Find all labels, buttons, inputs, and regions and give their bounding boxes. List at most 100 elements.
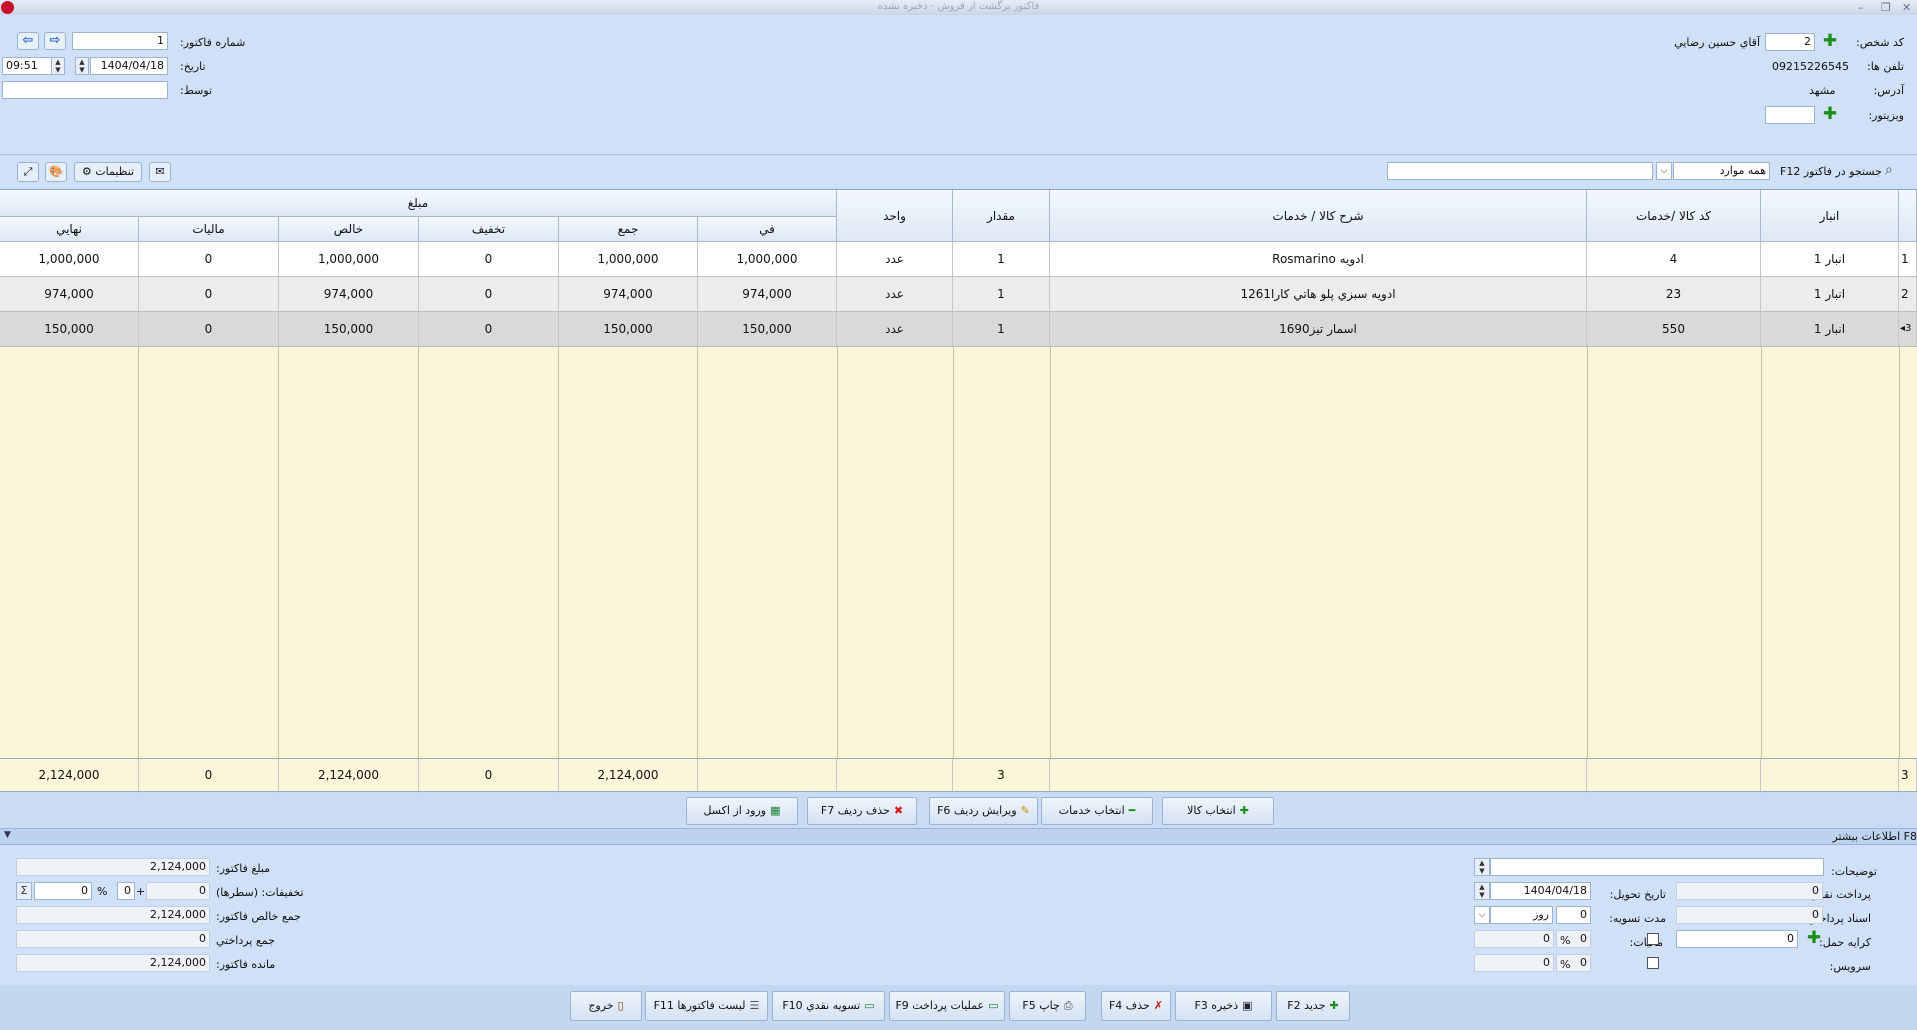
by-input[interactable] — [2, 81, 168, 99]
cell-tax: 0 — [139, 277, 279, 311]
cell-unit: عدد — [837, 312, 953, 346]
column-final[interactable]: نهايي — [0, 217, 139, 242]
column-description[interactable]: شرح کالا / خدمات — [1050, 190, 1587, 242]
time-spinner[interactable]: ▲ ▼ — [51, 57, 65, 75]
payment-ops-button[interactable]: ▭عمليات پرداخت F9 — [889, 991, 1005, 1021]
table-row[interactable]: 1,000,000 0 1,000,000 0 1,000,000 1,000,… — [0, 242, 1917, 277]
close-icon[interactable]: ✕ — [1902, 1, 1911, 14]
notes-expand-icon[interactable]: ▲ ▼ — [1474, 858, 1490, 876]
delete-button[interactable]: ✗حذف F4 — [1101, 991, 1171, 1021]
next-invoice-icon[interactable]: ⇨ — [44, 32, 66, 50]
settle-unit-chevron-icon[interactable]: ⌵ — [1474, 906, 1490, 924]
date-input[interactable]: 1404/04/18 — [90, 57, 168, 75]
select-goods-button[interactable]: ✚انتخاب کالا — [1162, 797, 1274, 825]
discount-extra-input[interactable]: 0 — [117, 882, 135, 900]
select-services-button[interactable]: ━انتخاب خدمات — [1041, 797, 1153, 825]
edit-row-label: ويرايش رديف F6 — [937, 804, 1017, 817]
title-bar: فاکتور برگشت از فروش - ذخیره نشده – ❐ ✕ — [0, 0, 1917, 15]
tax-checkbox[interactable] — [1647, 933, 1659, 945]
remaining-value: 2,124,000 — [16, 954, 210, 972]
invoice-list-button[interactable]: ☰ليست فاکتورها F11 — [645, 991, 768, 1021]
import-excel-button[interactable]: ▦ورود از اکسل — [686, 797, 798, 825]
chevron-down-icon[interactable]: ⌵ — [1656, 162, 1672, 180]
plus-icon: ✚ — [1239, 804, 1249, 817]
cell-unit: عدد — [837, 242, 953, 276]
column-unit[interactable]: واحد — [837, 190, 953, 242]
delete-row-button[interactable]: ✖حذف رديف F7 — [807, 797, 917, 825]
select-services-label: انتخاب خدمات — [1058, 804, 1125, 817]
cell-row-number: 3 — [1905, 323, 1912, 334]
freight-input[interactable]: 0 — [1676, 930, 1798, 948]
minimize-icon[interactable]: – — [1858, 1, 1864, 14]
footer-toolbar: ▯خروج ☰ليست فاکتورها F11 ▭تسويه نقدي F10… — [0, 985, 1917, 1030]
print-label: چاپ F5 — [1022, 999, 1060, 1012]
invoice-number-label: شماره فاکتور: — [180, 36, 246, 49]
delivery-date-input[interactable]: 1404/04/18 — [1490, 882, 1591, 900]
column-tax[interactable]: ماليات — [139, 217, 279, 242]
service-checkbox[interactable] — [1647, 957, 1659, 969]
cell-sum: 974,000 — [559, 277, 698, 311]
cell-final: 1,000,000 — [0, 242, 139, 276]
customer-code-label: کد شخص: — [1855, 36, 1904, 49]
settle-period-label: مدت تسويه: — [1609, 912, 1666, 925]
cell-code: 550 — [1587, 312, 1761, 346]
column-net[interactable]: خالص — [279, 217, 419, 242]
expand-icon[interactable]: ⤢ — [17, 162, 39, 182]
search-scope-select[interactable]: همه موارد — [1673, 162, 1770, 180]
exit-door-icon: ▯ — [617, 999, 624, 1012]
exit-label: خروج — [588, 999, 614, 1012]
cell-net: 150,000 — [279, 312, 419, 346]
search-input[interactable] — [1387, 162, 1653, 180]
save-button[interactable]: ▣ذخيره F3 — [1175, 991, 1272, 1021]
date-label: تاريخ: — [180, 60, 206, 73]
phones-value: 09215226545 — [1772, 60, 1849, 73]
palette-icon[interactable]: 🎨 — [45, 162, 67, 182]
new-button[interactable]: ✚جديد F2 — [1276, 991, 1350, 1021]
date-spinner[interactable]: ▲ ▼ — [75, 57, 89, 75]
settle-period-input[interactable]: 0 — [1556, 906, 1591, 924]
discount-percent-input[interactable]: 0 — [34, 882, 92, 900]
add-visitor-icon[interactable]: ✚ — [1821, 106, 1839, 124]
mail-icon[interactable]: ✉ — [149, 162, 171, 182]
column-unit-price[interactable]: في — [698, 217, 837, 242]
column-discount[interactable]: تخفيف — [419, 217, 559, 242]
delivery-date-spinner[interactable]: ▲ ▼ — [1474, 882, 1490, 900]
cell-qty: 1 — [953, 242, 1050, 276]
invoice-number-input[interactable]: 1 — [72, 32, 168, 50]
customer-code-input[interactable]: 2 — [1765, 33, 1815, 51]
restore-icon[interactable]: ❐ — [1881, 1, 1891, 14]
cash-payment-input[interactable]: 0 — [1676, 882, 1823, 900]
invoice-amount-label: مبلغ فاکتور: — [216, 862, 271, 875]
delete-icon: ✖ — [893, 804, 904, 817]
gear-icon: ⚙ — [81, 165, 92, 178]
new-doc-icon: ✚ — [1329, 999, 1339, 1012]
column-sum[interactable]: جمع — [559, 217, 698, 242]
settle-unit-select[interactable]: روز — [1490, 906, 1553, 924]
pencil-icon: ✎ — [1020, 804, 1030, 817]
add-customer-icon[interactable]: ✚ — [1821, 33, 1839, 51]
sigma-icon[interactable]: Σ — [16, 882, 32, 900]
cash-settle-button[interactable]: ▭تسويه نقدي F10 — [772, 991, 885, 1021]
delete-doc-icon: ✗ — [1153, 999, 1164, 1012]
column-code[interactable]: کد کالا /خدمات — [1587, 190, 1761, 242]
excel-icon: ▦ — [770, 804, 781, 817]
more-info-bar[interactable]: ▼ F8 اطلاعات بيشتر — [0, 828, 1917, 845]
settings-button[interactable]: ⚙ تنظيمات — [74, 162, 142, 182]
search-icon[interactable]: ⌕ — [1885, 162, 1893, 178]
visitor-input[interactable] — [1765, 106, 1815, 124]
column-qty[interactable]: مقدار — [953, 190, 1050, 242]
cell-discount: 0 — [419, 242, 559, 276]
cash-icon: ▭ — [864, 999, 875, 1012]
column-store[interactable]: انبار — [1761, 190, 1899, 242]
edit-row-button[interactable]: ✎ويرايش رديف F6 — [929, 797, 1038, 825]
exit-button[interactable]: ▯خروج — [570, 991, 642, 1021]
time-input[interactable]: 09:51 — [2, 57, 52, 75]
table-row[interactable]: 150,000 0 150,000 0 150,000 150,000 عدد … — [0, 312, 1917, 347]
add-freight-icon[interactable]: ✚ — [1805, 930, 1823, 948]
table-row[interactable]: 974,000 0 974,000 0 974,000 974,000 عدد … — [0, 277, 1917, 312]
previous-invoice-icon[interactable]: ⇦ — [17, 32, 39, 50]
collapse-icon[interactable]: ▼ — [4, 830, 11, 840]
customer-name: آقاي حسين رضايي — [1674, 36, 1760, 49]
print-button[interactable]: ⎙چاپ F5 — [1009, 991, 1086, 1021]
notes-input[interactable] — [1490, 858, 1824, 876]
